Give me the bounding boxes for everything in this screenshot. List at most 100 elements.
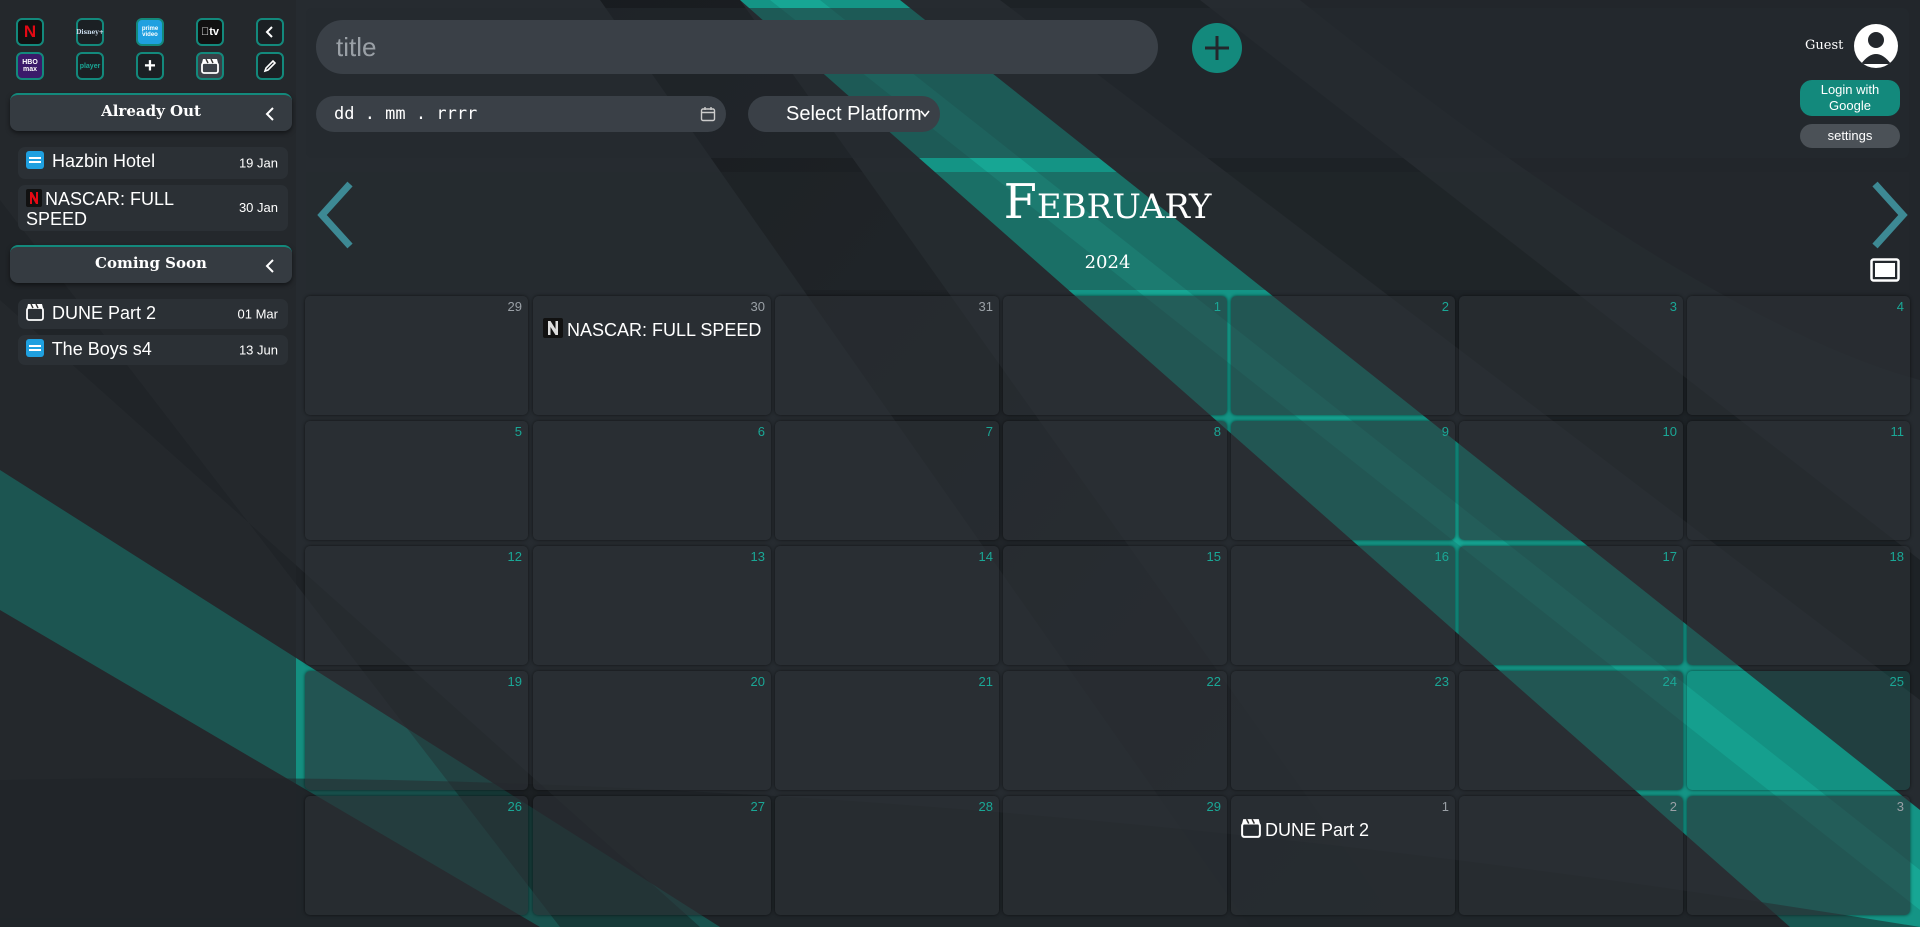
calendar-day-cell[interactable]: 7 — [775, 421, 999, 540]
release-title: DUNE Part 2 — [52, 303, 157, 323]
login-google-button[interactable]: Login with Google — [1800, 80, 1900, 116]
appletv-filter-button[interactable]: tv — [196, 18, 224, 46]
day-number: 20 — [750, 674, 765, 689]
calendar-day-cell[interactable]: 28 — [775, 796, 999, 915]
calendar-day-cell[interactable]: 1 — [1003, 296, 1227, 415]
coming-soon-header[interactable]: Coming Soon — [10, 245, 292, 283]
day-number: 1 — [1441, 799, 1449, 814]
calendar-day-cell[interactable]: 31 — [775, 296, 999, 415]
day-number: 30 — [750, 299, 765, 314]
prime-filter-button[interactable]: prime video — [136, 18, 164, 46]
day-number: 2 — [1441, 299, 1449, 314]
calendar-day-cell[interactable]: 4 — [1687, 296, 1910, 415]
released-item[interactable]: NASCAR: FULL SPEED 30 Jan — [18, 185, 288, 231]
calendar-day-cell[interactable]: 29 — [305, 296, 528, 415]
calendar-day-cell[interactable]: 25 — [1687, 671, 1910, 790]
upcoming-item[interactable]: The Boys s4 13 Jun — [18, 335, 288, 365]
day-number: 8 — [1213, 424, 1221, 439]
calendar-day-cell[interactable]: 3 — [1687, 796, 1910, 915]
day-number: 25 — [1889, 674, 1904, 689]
day-number: 14 — [978, 549, 993, 564]
date-input[interactable]: dd . mm . rrrr — [316, 96, 726, 132]
disney-filter-button[interactable]: Disney+ — [76, 18, 104, 46]
player-icon: player — [79, 62, 101, 70]
day-number: 10 — [1662, 424, 1677, 439]
calendar-day-cell[interactable]: 29 — [1003, 796, 1227, 915]
calendar-day-cell[interactable]: 30 NASCAR: FULL SPEED — [533, 296, 771, 415]
calendar-day-cell[interactable]: 16 — [1231, 546, 1455, 665]
already-out-header[interactable]: Already Out — [10, 93, 292, 131]
calendar-day-cell[interactable]: 19 — [305, 671, 528, 790]
add-button[interactable] — [1192, 23, 1242, 73]
calendar-event[interactable]: DUNE Part 2 — [1241, 818, 1369, 841]
calendar-day-cell[interactable]: 14 — [775, 546, 999, 665]
calendar-day-cell[interactable]: 23 — [1231, 671, 1455, 790]
avatar[interactable] — [1854, 24, 1898, 68]
platform-select-value: Select Platform — [786, 103, 922, 125]
month-header: February 2024 — [306, 172, 1909, 290]
day-number: 3 — [1669, 299, 1677, 314]
calendar-day-cell[interactable]: 10 — [1459, 421, 1683, 540]
calendar-day-cell[interactable]: 13 — [533, 546, 771, 665]
platform-select[interactable]: Select Platform — [748, 96, 940, 132]
calendar-day-cell[interactable]: 1 DUNE Part 2 — [1231, 796, 1455, 915]
settings-button[interactable]: settings — [1800, 124, 1900, 148]
cinema-filter-button[interactable] — [196, 52, 224, 80]
calendar-day-cell[interactable]: 17 — [1459, 546, 1683, 665]
calendar-icon[interactable] — [700, 106, 716, 122]
release-title: The Boys s4 — [51, 339, 152, 359]
calendar-day-cell[interactable]: 5 — [305, 421, 528, 540]
day-number: 6 — [757, 424, 765, 439]
day-number: 4 — [1896, 299, 1904, 314]
collapse-sidebar-button[interactable] — [256, 18, 284, 46]
day-number: 19 — [507, 674, 522, 689]
calendar-day-cell[interactable]: 3 — [1459, 296, 1683, 415]
add-platform-button[interactable]: + — [136, 52, 164, 80]
event-title: NASCAR: FULL SPEED — [567, 320, 762, 340]
day-number: 2 — [1669, 799, 1677, 814]
calendar-day-cell[interactable]: 24 — [1459, 671, 1683, 790]
calendar-day-cell[interactable]: 12 — [305, 546, 528, 665]
calendar-day-cell[interactable]: 27 — [533, 796, 771, 915]
coming-soon-title: Coming Soon — [95, 254, 207, 272]
release-date: 19 Jan — [238, 155, 278, 171]
view-toggle-icon[interactable] — [1870, 258, 1900, 282]
hbomax-filter-button[interactable]: HBO max — [16, 52, 44, 80]
calendar-day-cell[interactable]: 26 — [305, 796, 528, 915]
day-number: 17 — [1662, 549, 1677, 564]
edit-button[interactable] — [256, 52, 284, 80]
day-number: 18 — [1889, 549, 1904, 564]
calendar-day-cell[interactable]: 2 — [1231, 296, 1455, 415]
calendar-day-cell[interactable]: 6 — [533, 421, 771, 540]
title-input[interactable] — [316, 20, 1158, 74]
calendar-day-cell[interactable]: 18 — [1687, 546, 1910, 665]
next-month-arrow-icon[interactable] — [1869, 180, 1909, 250]
netflix-filter-button[interactable]: N — [16, 18, 44, 46]
hbo-max-icon: HBO max — [22, 59, 38, 73]
release-date: 01 Mar — [237, 306, 278, 322]
day-number: 31 — [978, 299, 993, 314]
day-number: 16 — [1434, 549, 1449, 564]
player-filter-button[interactable]: player — [76, 52, 104, 80]
day-number: 11 — [1890, 424, 1905, 439]
release-date: 13 Jun — [238, 342, 278, 358]
day-number: 29 — [507, 299, 522, 314]
upcoming-item[interactable]: DUNE Part 2 01 Mar — [18, 299, 288, 329]
plus-icon: + — [144, 54, 156, 77]
calendar-day-cell[interactable]: 21 — [775, 671, 999, 790]
day-number: 9 — [1441, 424, 1449, 439]
calendar-day-cell[interactable]: 9 — [1231, 421, 1455, 540]
disney-plus-icon: Disney+ — [76, 28, 104, 36]
calendar-day-cell[interactable]: 20 — [533, 671, 771, 790]
released-item[interactable]: Hazbin Hotel 19 Jan — [18, 147, 288, 179]
sidebar: N Disney+ prime video tv HBO max player… — [0, 0, 296, 918]
calendar-day-cell[interactable]: 15 — [1003, 546, 1227, 665]
calendar-day-cell[interactable]: 22 — [1003, 671, 1227, 790]
calendar-day-cell[interactable]: 8 — [1003, 421, 1227, 540]
day-number: 15 — [1206, 549, 1221, 564]
day-number: 22 — [1206, 674, 1221, 689]
calendar-day-cell[interactable]: 11 — [1687, 421, 1910, 540]
calendar-event[interactable]: NASCAR: FULL SPEED — [543, 318, 761, 341]
calendar-day-cell[interactable]: 2 — [1459, 796, 1683, 915]
netflix-icon — [26, 189, 42, 207]
